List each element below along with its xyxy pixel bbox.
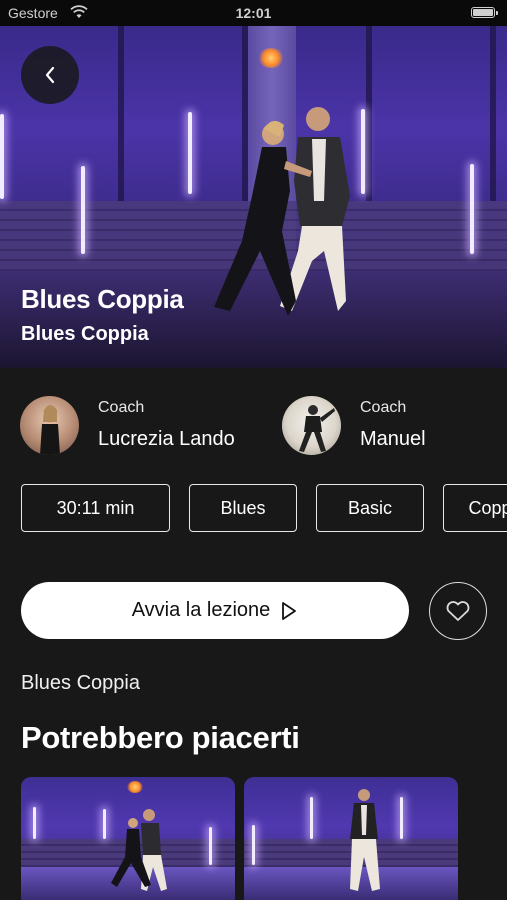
start-lesson-button[interactable]: Avvia la lezione: [21, 582, 409, 639]
coach-photo: [299, 405, 335, 452]
favorite-button[interactable]: [429, 582, 487, 640]
status-time: 12:01: [235, 5, 272, 21]
coach-avatar: [20, 396, 79, 455]
chevron-left-icon: [45, 66, 55, 84]
dancers-thumbnail: [111, 809, 167, 891]
lesson-subtitle: Blues Coppia: [21, 323, 149, 345]
tags-row[interactable]: 30:11 min Blues Basic Coppia: [21, 484, 507, 534]
neon-light: [81, 166, 85, 254]
start-lesson-label: Avvia la lezione: [131, 599, 271, 621]
status-bar: Gestore 12:01: [0, 0, 507, 26]
lesson-description: Blues Coppia: [21, 672, 140, 694]
back-button[interactable]: [21, 46, 79, 104]
neon-light: [0, 114, 4, 199]
coach-name: Lucrezia Lando: [98, 428, 235, 450]
coach-card[interactable]: Coach Manuel: [282, 396, 507, 456]
coach-card[interactable]: Coach Lucrezia Lando: [20, 396, 265, 456]
battery-icon: [471, 7, 498, 18]
duration-tag: 30:11 min: [21, 484, 170, 532]
recommendations-title: Potrebbero piacerti: [21, 720, 300, 755]
type-tag: Coppia: [443, 484, 507, 532]
dancers-figure: [214, 107, 350, 316]
level-tag: Basic: [316, 484, 424, 532]
coach-role: Coach: [360, 399, 407, 416]
dancer-thumbnail: [350, 789, 380, 891]
coach-avatar: [282, 396, 341, 455]
coach-photo: [40, 405, 60, 455]
neon-light: [470, 164, 474, 254]
neon-light: [188, 112, 192, 194]
lesson-title: Blues Coppia: [21, 284, 184, 314]
style-tag: Blues: [189, 484, 297, 532]
heart-icon: [446, 601, 470, 621]
coach-role: Coach: [98, 399, 145, 416]
recommendation-card[interactable]: [244, 777, 458, 900]
recommendation-card[interactable]: [21, 777, 235, 900]
wall-lamp: [258, 48, 284, 68]
play-icon: [282, 601, 297, 620]
coach-name: Manuel: [360, 428, 426, 450]
